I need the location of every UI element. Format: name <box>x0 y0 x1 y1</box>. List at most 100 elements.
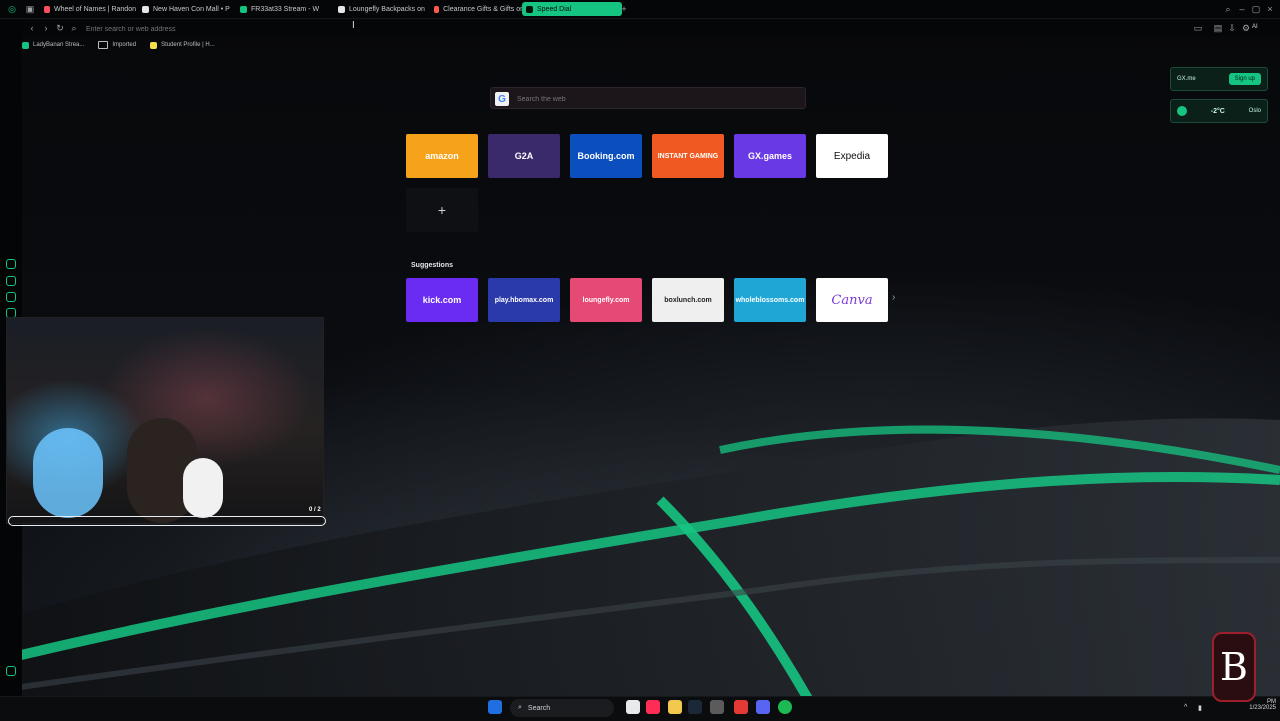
plush-toy-icon <box>33 428 103 518</box>
discord-icon[interactable] <box>756 700 770 714</box>
clock-date: 1/23/2025 <box>1249 705 1276 711</box>
speed-dial-search: G <box>490 87 806 110</box>
sidebar-gx-icon[interactable] <box>6 259 16 269</box>
search-tabs-icon[interactable]: ⌕ <box>1222 3 1234 15</box>
bookmark-student-profile[interactable]: Student Profile | H... <box>150 41 215 49</box>
gx-label: GX.me <box>1177 76 1196 82</box>
suggestions-title: Suggestions <box>411 262 454 269</box>
download-icon[interactable]: ⇩ <box>1226 22 1238 34</box>
sidebar-discord-icon[interactable] <box>6 292 16 302</box>
address-input[interactable] <box>84 22 368 36</box>
tab-favicon-icon <box>240 5 247 13</box>
tile-gx-games[interactable]: GX.games <box>734 134 806 178</box>
tray-wifi-icon[interactable]: ▮ <box>1198 704 1202 712</box>
tile-amazon[interactable]: amazon <box>406 134 478 178</box>
back-icon[interactable]: ‹ <box>26 22 38 34</box>
tile-label: Expedia <box>833 150 871 162</box>
bookmark-ladybanan[interactable]: LadyBanan Strea... <box>22 41 85 49</box>
channel-watermark: B <box>1212 632 1256 702</box>
reload-icon[interactable]: ↻ <box>54 22 66 34</box>
ai-label[interactable]: AI <box>1252 24 1258 30</box>
signup-button[interactable]: Sign up <box>1228 73 1261 85</box>
tile-expedia[interactable]: Expedia <box>816 134 888 178</box>
tab-label: Clearance Gifts & Gifts on <box>443 5 524 13</box>
suggestions-next-icon[interactable]: › <box>892 292 895 303</box>
tab-favicon-icon <box>338 5 345 13</box>
bookmarks-bar: LadyBanan Strea... Imported Student Prof… <box>22 38 215 52</box>
search-icon: ⌕ <box>518 704 522 711</box>
tile-label: GX.games <box>747 151 793 161</box>
forward-icon[interactable]: › <box>40 22 52 34</box>
google-icon: G <box>495 92 509 106</box>
opera-gx-logo-icon[interactable]: ◎ <box>6 3 18 15</box>
weather-temp: -2°C <box>1210 107 1225 115</box>
tile-hbomax[interactable]: play.hbomax.com <box>488 278 560 322</box>
spotify-icon[interactable] <box>778 700 792 714</box>
weather-icon <box>1177 106 1187 116</box>
tab-clearance[interactable]: Clearance Gifts & Gifts on <box>430 2 528 16</box>
taskbar-search[interactable]: ⌕ Search <box>510 699 614 717</box>
taskbar-search-label: Search <box>527 704 551 712</box>
tile-wholeblossoms[interactable]: wholeblossoms.com <box>734 278 806 322</box>
text-cursor-icon: I <box>352 20 355 31</box>
snapshot-icon[interactable]: ▭ <box>1192 22 1204 34</box>
tab-label: FR33at33 Stream - W <box>251 5 320 13</box>
tab-loungefly[interactable]: Loungefly Backpacks on <box>334 2 434 16</box>
tile-canva[interactable]: Canva <box>816 278 888 322</box>
tile-loungefly[interactable]: loungefly.com <box>570 278 642 322</box>
add-tile-button[interactable]: + <box>406 188 478 232</box>
tab-favicon-icon <box>44 5 51 13</box>
weather-widget: -2°C Oslo <box>1170 99 1268 123</box>
tab-speed-dial[interactable]: Speed Dial <box>522 2 622 16</box>
wallet-icon[interactable]: ▤ <box>1212 22 1224 34</box>
tile-label: boxlunch.com <box>664 296 712 304</box>
tile-kick[interactable]: kick.com <box>406 278 478 322</box>
start-icon[interactable] <box>488 700 502 714</box>
app-red-icon[interactable] <box>734 700 748 714</box>
bookmark-label: LadyBanan Strea... <box>33 42 85 48</box>
sidebar-settings-icon[interactable] <box>6 666 16 676</box>
tab-label: Loungefly Backpacks on <box>349 5 425 13</box>
speed-dial-search-input[interactable] <box>515 88 799 110</box>
new-tab-icon[interactable]: + <box>618 3 630 15</box>
tile-label: amazon <box>425 151 459 161</box>
tab-stream[interactable]: FR33at33 Stream - W <box>236 2 336 16</box>
tab-label: New Haven Con Mall • P <box>153 5 230 13</box>
tile-boxlunch[interactable]: boxlunch.com <box>652 278 724 322</box>
tab-label: Speed Dial <box>537 5 572 13</box>
opera-gx-taskbar-icon[interactable] <box>646 700 660 714</box>
tile-booking[interactable]: Booking.com <box>570 134 642 178</box>
settings-icon[interactable]: ⚙ <box>1240 22 1252 34</box>
watermark-letter: B <box>1220 645 1248 689</box>
search-icon: ⌕ <box>71 22 77 33</box>
obs-icon[interactable] <box>710 700 724 714</box>
tab-new-haven-con[interactable]: New Haven Con Mall • P <box>138 2 238 16</box>
bookmark-label: Student Profile | H... <box>161 42 215 48</box>
tray-chevron-icon[interactable]: ^ <box>1184 704 1187 711</box>
tab-wheel-of-names[interactable]: Wheel of Names | Randon <box>40 2 140 16</box>
minimize-icon[interactable]: – <box>1236 3 1248 15</box>
sidebar-twitch-icon[interactable] <box>6 276 16 286</box>
tile-instant-gaming[interactable]: INSTANT GAMING <box>652 134 724 178</box>
close-icon[interactable]: × <box>1264 3 1276 15</box>
tile-label: loungefly.com <box>582 296 630 304</box>
tile-label: wholeblossoms.com <box>735 296 805 304</box>
tab-label: Wheel of Names | Randon <box>54 5 136 13</box>
weather-location: Oslo <box>1248 108 1261 114</box>
skeleton-plush-icon <box>183 458 223 518</box>
tile-label: play.hbomax.com <box>494 296 554 304</box>
tile-label: Canva <box>831 292 873 308</box>
file-explorer-icon[interactable] <box>668 700 682 714</box>
bookmark-label: Imported <box>112 42 137 48</box>
folder-icon <box>98 41 109 49</box>
tile-g2a[interactable]: G2A <box>488 134 560 178</box>
tab-switcher-icon[interactable]: ▣ <box>24 3 36 15</box>
task-view-icon[interactable] <box>626 700 640 714</box>
tab-favicon-icon <box>434 5 440 13</box>
taskbar <box>0 696 1280 721</box>
stream-progress-text: 0 / 2 <box>309 507 321 513</box>
maximize-icon[interactable]: ▢ <box>1250 3 1262 15</box>
steam-icon[interactable] <box>688 700 702 714</box>
stream-progress-bar <box>8 516 326 526</box>
bookmark-imported[interactable]: Imported <box>98 41 136 49</box>
